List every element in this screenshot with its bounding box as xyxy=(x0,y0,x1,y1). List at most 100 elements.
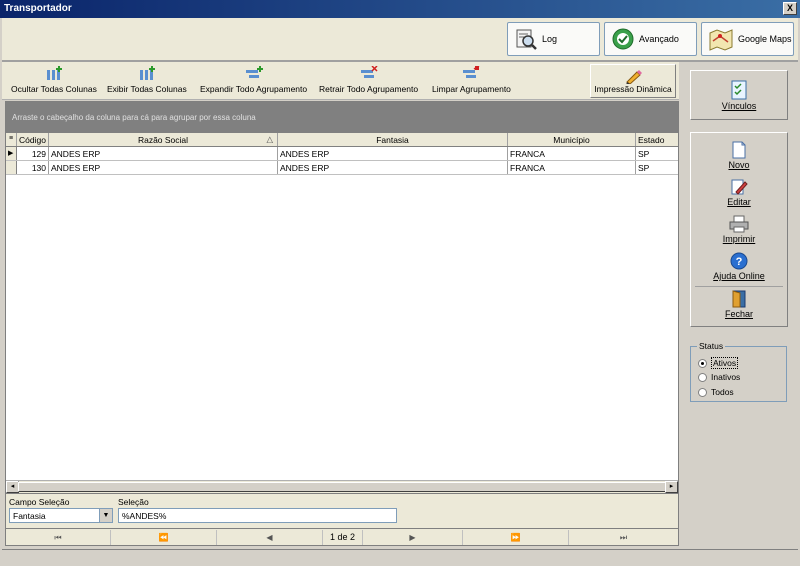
cell-municipio[interactable]: FRANCA xyxy=(508,161,636,174)
radio-selected-icon xyxy=(698,358,707,368)
first-page-button[interactable]: ⏮ xyxy=(6,530,111,545)
new-label: Novo xyxy=(728,160,750,170)
advanced-button-label: Avançado xyxy=(639,34,679,44)
header-razao-social-label: Razão Social xyxy=(137,135,189,145)
header-estado[interactable]: Estado xyxy=(636,133,678,146)
cell-razao-social[interactable]: ANDES ERP xyxy=(49,161,278,174)
header-codigo[interactable]: Código xyxy=(17,133,49,146)
cell-codigo[interactable]: 129 xyxy=(17,147,49,160)
advanced-search-icon xyxy=(612,28,634,50)
edit-label: Editar xyxy=(727,197,751,207)
exit-door-icon xyxy=(732,290,746,308)
status-group: Status Ativos Inativos Todos xyxy=(690,341,787,402)
cell-codigo[interactable]: 130 xyxy=(17,161,49,174)
status-inactive-radio[interactable]: Inativos xyxy=(698,372,740,382)
table-row[interactable]: 130 ANDES ERP ANDES ERP FRANCA SP xyxy=(6,161,678,175)
expand-groups-icon xyxy=(245,66,263,78)
record-navigator: ⏮ ⏪ ◀ 1 de 2 ▶ ⏩ ⏭ xyxy=(5,528,679,546)
cell-estado[interactable]: SP xyxy=(636,147,678,160)
google-maps-button-label: Google Maps xyxy=(738,34,792,44)
cell-fantasia[interactable]: ANDES ERP xyxy=(278,147,508,160)
group-by-panel[interactable]: Arraste o cabeçalho da coluna para cá pa… xyxy=(6,102,678,133)
links-box: Vínculos xyxy=(690,70,788,120)
current-row-indicator: ▶ xyxy=(6,147,17,160)
scroll-right-button[interactable]: ▸ xyxy=(665,481,678,493)
header-razao-social[interactable]: Razão Social △ xyxy=(49,133,278,146)
collapse-all-groups-button[interactable]: Retrair Todo Agrupamento xyxy=(319,66,418,98)
column-chooser-button[interactable]: ≡ xyxy=(6,133,17,146)
selection-field-label: Campo Seleção xyxy=(9,497,70,507)
next-page-button[interactable]: ⏩ xyxy=(463,530,569,545)
previous-page-button[interactable]: ⏪ xyxy=(111,530,217,545)
log-button[interactable]: Log xyxy=(507,22,600,56)
selection-field-combo[interactable]: Fantasia ▼ xyxy=(9,508,113,523)
show-columns-icon xyxy=(139,66,155,80)
cell-razao-social[interactable]: ANDES ERP xyxy=(49,147,278,160)
expand-all-groups-button[interactable]: Expandir Todo Agrupamento xyxy=(200,66,307,98)
links-label: Vínculos xyxy=(721,101,757,111)
status-active-radio[interactable]: Ativos xyxy=(698,357,739,369)
svg-text:?: ? xyxy=(736,256,743,268)
hide-all-columns-label: Ocultar Todas Colunas xyxy=(11,84,97,94)
print-button[interactable]: Imprimir xyxy=(691,215,787,244)
cell-fantasia[interactable]: ANDES ERP xyxy=(278,161,508,174)
status-active-label: Ativos xyxy=(711,357,739,369)
cell-municipio[interactable]: FRANCA xyxy=(508,147,636,160)
dynamic-print-button[interactable]: Impressão Dinâmica xyxy=(590,64,676,98)
table-row[interactable]: ▶ 129 ANDES ERP ANDES ERP FRANCA SP xyxy=(6,147,678,161)
clear-grouping-button[interactable]: Limpar Agrupamento xyxy=(432,66,511,98)
google-maps-button[interactable]: Google Maps xyxy=(701,22,794,56)
edit-button[interactable]: Editar xyxy=(691,178,787,207)
advanced-button[interactable]: Avançado xyxy=(604,22,697,56)
row-indicator xyxy=(6,161,17,174)
group-by-hint: Arraste o cabeçalho da coluna para cá pa… xyxy=(12,113,256,122)
page-indicator: 1 de 2 xyxy=(323,530,363,545)
hide-all-columns-button[interactable]: Ocultar Todas Colunas xyxy=(11,66,97,98)
side-divider xyxy=(695,286,783,287)
show-all-columns-label: Exibir Todas Colunas xyxy=(107,84,187,94)
window-title: Transportador xyxy=(4,3,72,14)
scroll-thumb[interactable] xyxy=(18,482,666,492)
expand-all-groups-label: Expandir Todo Agrupamento xyxy=(200,84,308,94)
sort-ascending-icon: △ xyxy=(266,134,273,144)
clear-grouping-icon xyxy=(463,66,480,78)
map-icon xyxy=(709,29,733,51)
close-window-button[interactable]: Fechar xyxy=(691,290,787,319)
links-button[interactable]: Vínculos xyxy=(691,80,787,111)
online-help-label: Ajuda Online xyxy=(713,271,765,281)
clear-grouping-label: Limpar Agrupamento xyxy=(432,84,511,94)
selection-input[interactable] xyxy=(118,508,397,523)
cell-estado[interactable]: SP xyxy=(636,161,678,174)
online-help-button[interactable]: ? Ajuda Online xyxy=(691,252,787,281)
print-label: Imprimir xyxy=(722,234,756,244)
previous-record-button[interactable]: ◀ xyxy=(217,530,323,545)
selection-value-label: Seleção xyxy=(118,497,149,507)
top-button-bar: Log Avançado Google Maps xyxy=(2,18,798,62)
status-inactive-label: Inativos xyxy=(711,372,741,382)
collapse-groups-icon xyxy=(360,66,378,78)
new-button[interactable]: Novo xyxy=(691,141,787,170)
actions-box: Novo Editar Imprimir ? Ajuda Online Fech… xyxy=(690,132,788,327)
status-all-label: Todos xyxy=(711,387,734,397)
header-municipio[interactable]: Município xyxy=(508,133,636,146)
log-button-label: Log xyxy=(542,34,558,44)
side-panel: Vínculos Novo Editar Imprimir ? Ajuda On… xyxy=(681,62,798,547)
header-fantasia[interactable]: Fantasia xyxy=(278,133,508,146)
close-button[interactable]: X xyxy=(783,2,797,15)
next-record-button[interactable]: ▶ xyxy=(363,530,463,545)
new-document-icon xyxy=(732,141,746,159)
collapse-all-groups-label: Retrair Todo Agrupamento xyxy=(319,84,419,94)
data-grid: Arraste o cabeçalho da coluna para cá pa… xyxy=(5,101,679,494)
radio-unselected-icon xyxy=(698,387,707,397)
show-all-columns-button[interactable]: Exibir Todas Colunas xyxy=(107,66,187,98)
dynamic-print-label: Impressão Dinâmica xyxy=(594,84,672,94)
printer-icon xyxy=(729,215,749,233)
selection-field-value: Fantasia xyxy=(13,511,46,521)
grid-header: ≡ Código Razão Social △ Fantasia Municíp… xyxy=(6,133,678,147)
last-page-button[interactable]: ⏭ xyxy=(569,530,678,545)
status-all-radio[interactable]: Todos xyxy=(698,387,734,397)
selection-panel: Campo Seleção Fantasia ▼ Seleção xyxy=(5,494,679,528)
chevron-down-icon[interactable]: ▼ xyxy=(99,509,112,522)
pencil-icon xyxy=(626,70,642,84)
horizontal-scrollbar[interactable]: ◂ ▸ xyxy=(6,480,678,493)
